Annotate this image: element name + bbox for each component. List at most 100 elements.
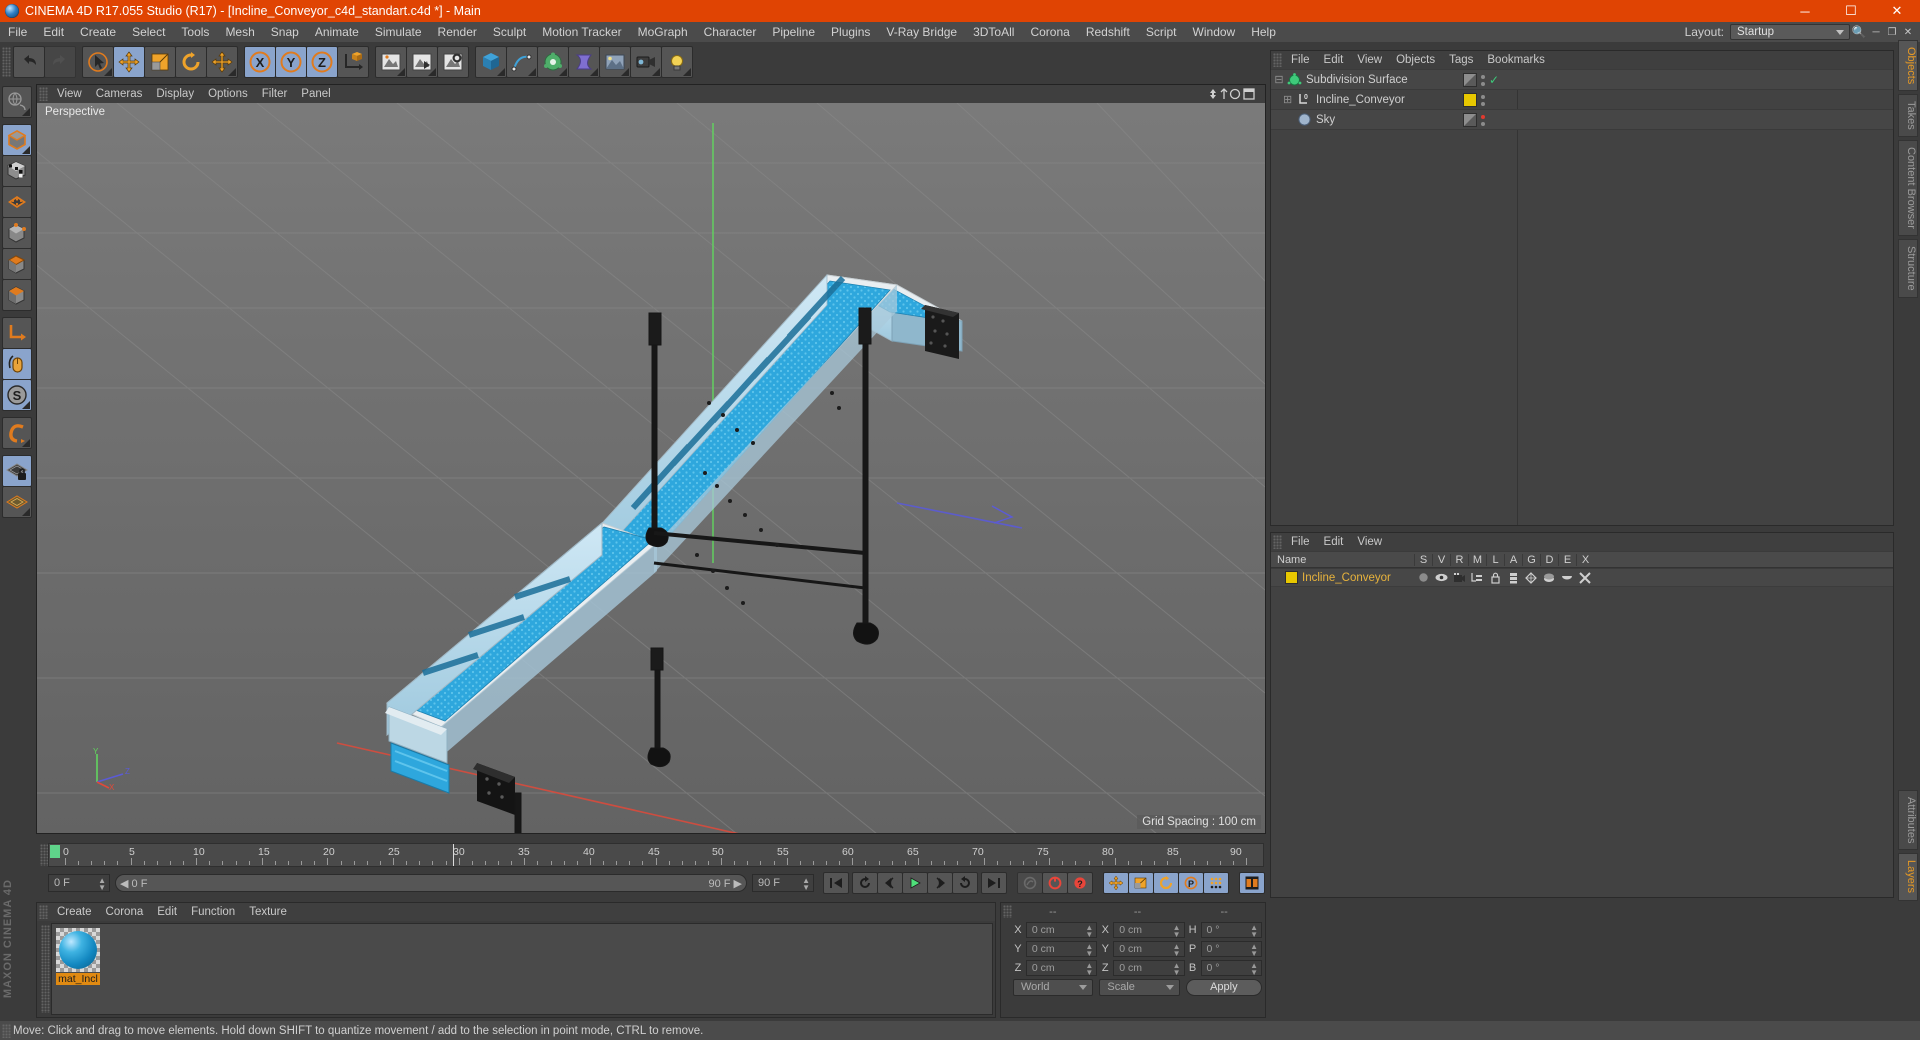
position-x-input[interactable]: 0 cm ▲ ▼ xyxy=(1025,922,1098,939)
size-y-input[interactable]: 0 cm ▲ ▼ xyxy=(1113,941,1185,958)
material-menu-texture[interactable]: Texture xyxy=(242,903,294,921)
panel-maximize-button[interactable]: ❐ xyxy=(1884,27,1900,38)
enable-snap-button[interactable] xyxy=(2,348,32,380)
cube-primitive-button[interactable] xyxy=(475,46,507,78)
spline-pen-button[interactable] xyxy=(506,46,538,78)
viewport-menu-view[interactable]: View xyxy=(50,85,89,103)
menu-item-motion-tracker[interactable]: Motion Tracker xyxy=(534,22,629,42)
object-manager-grip[interactable] xyxy=(1273,53,1282,67)
menu-item-animate[interactable]: Animate xyxy=(307,22,367,42)
object-axis-mode-button[interactable] xyxy=(2,279,32,311)
magnet-button[interactable] xyxy=(2,417,32,449)
spinner-icon[interactable]: ▲ ▼ xyxy=(1250,943,1258,958)
menu-item-snap[interactable]: Snap xyxy=(263,22,307,42)
solo-toggle-icon[interactable] xyxy=(1414,572,1432,583)
viewport-menu-display[interactable]: Display xyxy=(149,85,201,103)
spinner-icon[interactable]: ▲ ▼ xyxy=(1085,962,1093,977)
spinner-icon[interactable]: ▲ ▼ xyxy=(1173,962,1181,977)
generator-toggle-icon[interactable] xyxy=(1522,571,1540,584)
menu-item-tools[interactable]: Tools xyxy=(173,22,217,42)
current-frame-input[interactable]: 0 F ▲ ▼ xyxy=(48,874,110,892)
spinner-icon[interactable]: ▲ ▼ xyxy=(1250,924,1258,939)
material-menu-create[interactable]: Create xyxy=(50,903,99,921)
view-toggle-icon[interactable] xyxy=(1432,572,1450,583)
size-z-input[interactable]: 0 cm ▲ ▼ xyxy=(1113,960,1185,977)
more-options-corner[interactable] xyxy=(590,68,598,76)
coordinate-system-dropdown[interactable]: World xyxy=(1013,978,1094,996)
redo-button[interactable] xyxy=(44,46,76,78)
status-grip[interactable] xyxy=(2,1023,11,1038)
column-d[interactable]: D xyxy=(1540,553,1558,566)
layer-manager-grip[interactable] xyxy=(1273,535,1282,549)
spinner-icon[interactable]: ▲ ▼ xyxy=(1250,962,1258,977)
animation-toggle-icon[interactable] xyxy=(1504,572,1522,584)
rotation-key-button[interactable] xyxy=(1153,872,1179,894)
object-menu-bookmarks[interactable]: Bookmarks xyxy=(1480,51,1552,69)
tab-objects[interactable]: Objects xyxy=(1898,40,1918,92)
object-menu-edit[interactable]: Edit xyxy=(1317,51,1351,69)
menu-item-window[interactable]: Window xyxy=(1185,22,1244,42)
spinner-icon[interactable]: ▲ ▼ xyxy=(1173,924,1181,939)
texture-mode-button[interactable] xyxy=(2,155,32,187)
light-button[interactable] xyxy=(661,46,693,78)
more-options-corner[interactable] xyxy=(497,68,505,76)
current-frame-marker[interactable] xyxy=(50,845,60,858)
viewport-menu-cameras[interactable]: Cameras xyxy=(89,85,150,103)
material-item[interactable]: mat_Incl xyxy=(56,928,100,985)
layer-menu-view[interactable]: View xyxy=(1350,533,1389,551)
more-options-corner[interactable] xyxy=(428,68,436,76)
spinner-icon[interactable]: ▲ ▼ xyxy=(1085,943,1093,958)
go-to-end-button[interactable] xyxy=(981,872,1007,894)
play-forwards-button[interactable] xyxy=(902,872,928,894)
render-to-picture-viewer-button[interactable] xyxy=(406,46,438,78)
column-a[interactable]: A xyxy=(1504,553,1522,566)
rotation-b-input[interactable]: 0 ° ▲ ▼ xyxy=(1200,960,1262,977)
menu-item-create[interactable]: Create xyxy=(72,22,124,42)
axis-x-button[interactable]: X xyxy=(244,46,276,78)
xpresso-toggle-icon[interactable] xyxy=(1576,571,1594,584)
more-options-corner[interactable] xyxy=(22,146,30,154)
deformer-toggle-icon[interactable] xyxy=(1540,572,1558,584)
next-frame-button[interactable] xyxy=(927,872,953,894)
more-options-corner[interactable] xyxy=(228,68,236,76)
render-settings-button[interactable] xyxy=(437,46,469,78)
menu-item-help[interactable]: Help xyxy=(1243,22,1284,42)
tab-attributes[interactable]: Attributes xyxy=(1898,790,1918,851)
material-menu-edit[interactable]: Edit xyxy=(150,903,184,921)
material-panel-grip[interactable] xyxy=(41,925,50,1013)
coordinate-mode-dropdown[interactable]: Scale xyxy=(1099,978,1180,996)
workplane-button[interactable] xyxy=(2,486,32,518)
position-key-button[interactable] xyxy=(1103,872,1129,894)
maximize-button[interactable]: ☐ xyxy=(1828,0,1874,22)
column-l[interactable]: L xyxy=(1486,553,1504,566)
expression-toggle-icon[interactable] xyxy=(1558,573,1576,583)
spinner-icon[interactable]: ▲ ▼ xyxy=(1085,924,1093,939)
object-menu-file[interactable]: File xyxy=(1284,51,1317,69)
live-select-button[interactable] xyxy=(82,46,114,78)
autokeying-button[interactable] xyxy=(1042,872,1068,894)
undo-button[interactable] xyxy=(13,46,45,78)
menu-item-render[interactable]: Render xyxy=(430,22,485,42)
document-end-input[interactable]: 90 F ▲ ▼ xyxy=(752,874,814,892)
layout-dropdown[interactable]: Startup xyxy=(1730,24,1850,40)
menu-item-vray-bridge[interactable]: V-Ray Bridge xyxy=(878,22,965,42)
camera-button[interactable] xyxy=(630,46,662,78)
position-y-input[interactable]: 0 cm ▲ ▼ xyxy=(1025,941,1098,958)
viewport-menu-panel[interactable]: Panel xyxy=(294,85,337,103)
position-z-input[interactable]: 0 cm ▲ ▼ xyxy=(1025,960,1098,977)
display-tag-icon[interactable] xyxy=(1463,73,1477,87)
object-name[interactable]: Sky xyxy=(1316,114,1335,126)
material-menu-corona[interactable]: Corona xyxy=(99,903,151,921)
material-name[interactable]: mat_Incl xyxy=(56,973,100,985)
next-keyframe-button[interactable] xyxy=(952,872,978,894)
viewport-menu-options[interactable]: Options xyxy=(201,85,255,103)
world-coordinate-button[interactable] xyxy=(337,46,369,78)
expander-icon[interactable]: ⊟ xyxy=(1271,73,1287,86)
spinner-icon[interactable]: ▲ ▼ xyxy=(98,877,106,892)
column-r[interactable]: R xyxy=(1450,553,1468,566)
layer-menu-file[interactable]: File xyxy=(1284,533,1317,551)
move-tool-button[interactable] xyxy=(113,46,145,78)
panel-close-button[interactable]: ✕ xyxy=(1900,27,1916,38)
previous-keyframe-button[interactable] xyxy=(852,872,878,894)
coordinates-grip[interactable] xyxy=(1003,905,1012,918)
